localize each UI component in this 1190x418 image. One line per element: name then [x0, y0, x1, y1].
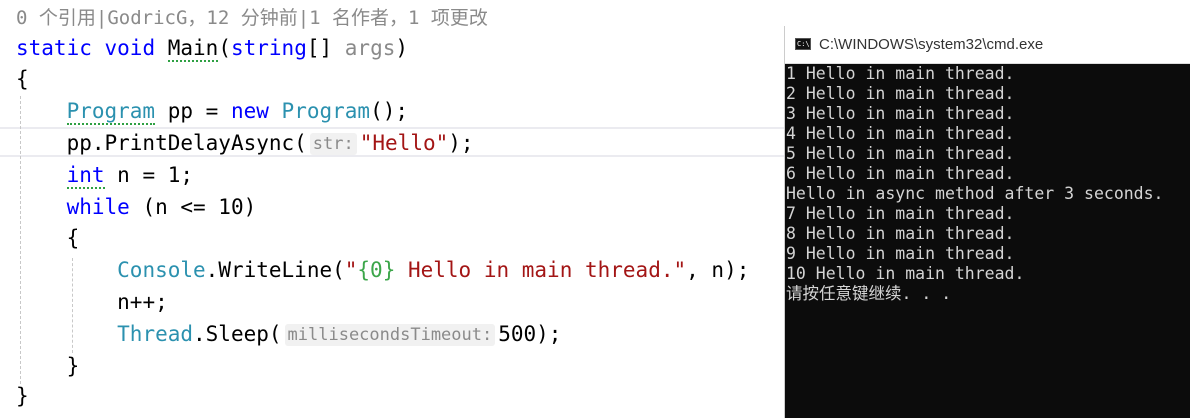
- code-text: }: [66, 354, 80, 378]
- code-text: );: [448, 131, 474, 155]
- console-line: 4 Hello in main thread.: [786, 124, 1015, 143]
- unused-parameter: args: [344, 36, 396, 60]
- console-title-bar[interactable]: C:\ C:\WINDOWS\system32\cmd.exe: [785, 26, 1190, 64]
- console-line: 1 Hello in main thread.: [786, 64, 1015, 83]
- code-text: .Sleep(: [193, 322, 282, 346]
- code-line-sleep[interactable]: Thread.Sleep(millisecondsTimeout: 500);: [16, 318, 561, 350]
- code-line-brace[interactable]: }: [16, 350, 80, 382]
- parameter-hint: millisecondsTimeout:: [284, 324, 496, 346]
- code-line-int-n[interactable]: int n = 1;: [16, 159, 193, 191]
- keyword: int: [66, 163, 105, 189]
- code-text: pp.PrintDelayAsync(: [66, 131, 307, 155]
- keyword: string: [230, 36, 307, 60]
- console-output[interactable]: 1 Hello in main thread. 2 Hello in main …: [786, 64, 1190, 304]
- code-text: {: [66, 226, 80, 250]
- string-literal: Hello in main thread.": [395, 258, 687, 282]
- code-text: (n <= 10): [129, 195, 257, 219]
- code-line-while[interactable]: while (n <= 10): [16, 191, 257, 223]
- keyword: static: [16, 36, 92, 60]
- code-text: .WriteLine(: [205, 258, 345, 282]
- console-line: 3 Hello in main thread.: [786, 104, 1015, 123]
- code-text: pp =: [155, 99, 231, 123]
- console-line: 8 Hello in main thread.: [786, 224, 1015, 243]
- code-line-brace[interactable]: {: [16, 222, 80, 254]
- type-name: Program: [281, 99, 371, 123]
- code-line-brace[interactable]: }: [16, 380, 29, 412]
- console-line: 10 Hello in main thread.: [786, 264, 1025, 283]
- code-text: , n);: [686, 258, 750, 282]
- console-window[interactable]: C:\ C:\WINDOWS\system32\cmd.exe 1 Hello …: [784, 26, 1190, 418]
- code-text: n++;: [117, 290, 168, 314]
- console-line: 7 Hello in main thread.: [786, 204, 1015, 223]
- keyword: void: [104, 36, 156, 60]
- code-line-increment[interactable]: n++;: [16, 286, 168, 318]
- parameter-hint: str:: [309, 133, 357, 155]
- console-line: Hello in async method after 3 seconds.: [786, 184, 1164, 203]
- code-line-print-delay[interactable]: pp.PrintDelayAsync(str: "Hello");: [16, 127, 474, 159]
- code-text: ();: [370, 99, 408, 123]
- console-line: 5 Hello in main thread.: [786, 144, 1015, 163]
- console-prompt-line: 请按任意键继续. . .: [786, 284, 952, 303]
- type-name: Program: [66, 99, 156, 125]
- string-literal: "Hello": [359, 131, 449, 155]
- punctuation: ): [395, 36, 409, 60]
- console-line: 6 Hello in main thread.: [786, 164, 1015, 183]
- punctuation: (: [218, 36, 231, 60]
- codelens-info[interactable]: 0 个引用|GodricG，12 分钟前|1 名作者，1 项更改: [16, 2, 488, 34]
- console-title: C:\WINDOWS\system32\cmd.exe: [819, 36, 1044, 53]
- code-line-brace[interactable]: {: [16, 63, 29, 95]
- format-item: {0}: [357, 258, 396, 282]
- punctuation: []: [306, 36, 345, 60]
- type-name: Thread: [117, 322, 194, 346]
- code-line-new-program[interactable]: Program pp = new Program();: [16, 95, 408, 127]
- console-line: 9 Hello in main thread.: [786, 244, 1015, 263]
- code-text: n = 1;: [104, 163, 194, 187]
- code-line-writeline[interactable]: Console.WriteLine("{0} Hello in main thr…: [16, 254, 749, 286]
- code-text: 500);: [498, 322, 562, 346]
- method-name: Main: [167, 36, 219, 62]
- cmd-window-icon: C:\: [795, 38, 811, 50]
- type-name: Console: [117, 258, 206, 282]
- code-line-main-signature[interactable]: static void Main(string[] args): [16, 32, 408, 64]
- console-line: 2 Hello in main thread.: [786, 84, 1015, 103]
- keyword: new: [230, 99, 269, 123]
- keyword: while: [66, 195, 130, 219]
- string-literal: ": [344, 258, 358, 282]
